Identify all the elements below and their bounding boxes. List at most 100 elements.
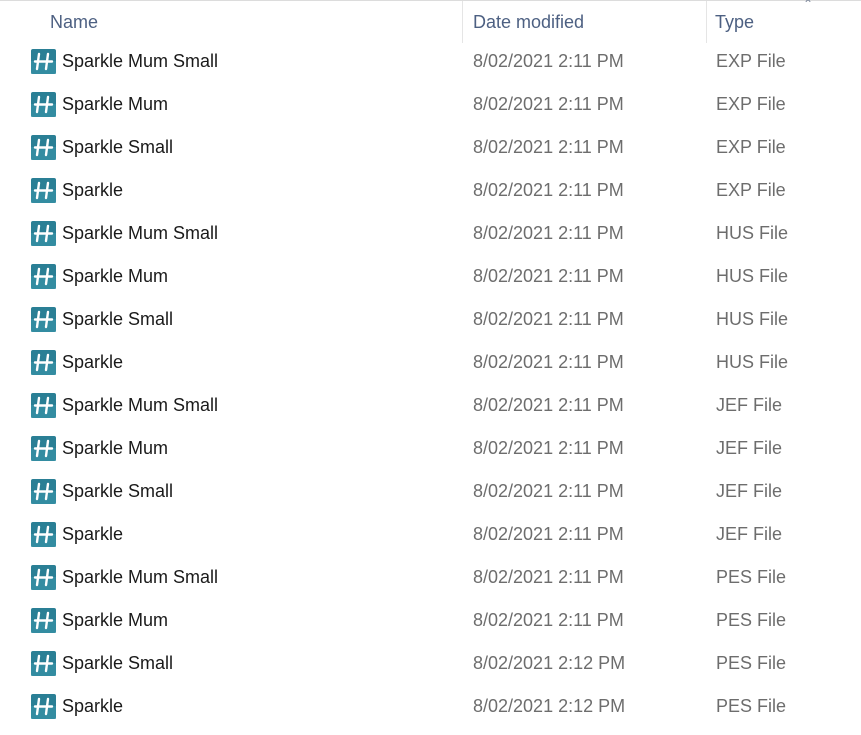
file-type: HUS File — [716, 309, 789, 329]
chevron-up-icon[interactable]: ⌃ — [803, 0, 813, 10]
file-name: Sparkle Small — [62, 481, 174, 501]
file-name: Sparkle — [62, 180, 124, 200]
file-name: Sparkle Mum — [62, 610, 169, 630]
file-date-modified: 8/02/2021 2:11 PM — [473, 94, 624, 114]
file-name-cell: Sparkle Small — [0, 651, 463, 676]
file-date-modified: 8/02/2021 2:11 PM — [473, 610, 624, 630]
file-name: Sparkle Mum — [62, 266, 169, 286]
file-name-cell: Sparkle Mum — [0, 92, 463, 117]
hus-embroidery-icon — [31, 565, 56, 590]
hus-embroidery-icon — [31, 264, 56, 289]
file-date-modified: 8/02/2021 2:11 PM — [473, 567, 624, 587]
hus-embroidery-icon — [31, 350, 56, 375]
file-type: EXP File — [716, 180, 786, 200]
column-header-type[interactable]: Type — [707, 1, 861, 43]
file-row[interactable]: Sparkle Small 8/02/2021 2:11 PM JEF File — [0, 470, 861, 513]
file-list-view: Name Date modified Type ⌃ Sparkle Mum Sm… — [0, 0, 861, 735]
hus-embroidery-icon — [31, 694, 56, 719]
file-type: JEF File — [716, 438, 783, 458]
file-row[interactable]: Sparkle 8/02/2021 2:12 PM PES File — [0, 685, 861, 728]
file-row[interactable]: Sparkle Small 8/02/2021 2:12 PM PES File — [0, 642, 861, 685]
file-row[interactable]: Sparkle Mum Small 8/02/2021 2:11 PM JEF … — [0, 384, 861, 427]
file-type: JEF File — [716, 524, 783, 544]
hus-embroidery-icon — [31, 49, 56, 74]
file-row[interactable]: Sparkle 8/02/2021 2:11 PM EXP File — [0, 169, 861, 212]
file-date-modified: 8/02/2021 2:11 PM — [473, 438, 624, 458]
file-date-modified: 8/02/2021 2:11 PM — [473, 352, 624, 372]
file-date-modified: 8/02/2021 2:11 PM — [473, 223, 624, 243]
file-name-cell: Sparkle Mum Small — [0, 565, 463, 590]
file-row[interactable]: Sparkle Small 8/02/2021 2:11 PM EXP File — [0, 126, 861, 169]
file-name: Sparkle Small — [62, 137, 174, 157]
file-date-modified: 8/02/2021 2:11 PM — [473, 51, 624, 71]
file-name: Sparkle Mum Small — [62, 395, 219, 415]
hus-embroidery-icon — [31, 221, 56, 246]
file-type: HUS File — [716, 223, 789, 243]
file-name-cell: Sparkle — [0, 694, 463, 719]
hus-embroidery-icon — [31, 651, 56, 676]
file-type: PES File — [716, 610, 787, 630]
file-name: Sparkle — [62, 352, 124, 372]
file-name: Sparkle Mum Small — [62, 567, 219, 587]
file-name-cell: Sparkle Mum — [0, 436, 463, 461]
file-date-modified: 8/02/2021 2:12 PM — [473, 653, 626, 673]
file-name-cell: Sparkle Mum Small — [0, 49, 463, 74]
file-row[interactable]: Sparkle Mum 8/02/2021 2:11 PM EXP File — [0, 83, 861, 126]
file-row[interactable]: Sparkle Mum Small 8/02/2021 2:11 PM HUS … — [0, 212, 861, 255]
file-name-cell: Sparkle Small — [0, 479, 463, 504]
hus-embroidery-icon — [31, 135, 56, 160]
file-type: PES File — [716, 567, 787, 587]
file-row[interactable]: Sparkle Mum 8/02/2021 2:11 PM HUS File — [0, 255, 861, 298]
column-header-bar: Name Date modified Type ⌃ — [0, 0, 861, 43]
file-name: Sparkle Small — [62, 309, 174, 329]
file-type: EXP File — [716, 51, 786, 71]
file-name-cell: Sparkle Mum — [0, 608, 463, 633]
file-date-modified: 8/02/2021 2:11 PM — [473, 180, 624, 200]
file-name-cell: Sparkle — [0, 350, 463, 375]
hus-embroidery-icon — [31, 608, 56, 633]
hus-embroidery-icon — [31, 92, 56, 117]
file-name: Sparkle Mum — [62, 94, 169, 114]
file-type: PES File — [716, 653, 787, 673]
file-date-modified: 8/02/2021 2:11 PM — [473, 481, 624, 501]
file-row[interactable]: Sparkle Mum 8/02/2021 2:11 PM PES File — [0, 599, 861, 642]
hus-embroidery-icon — [31, 393, 56, 418]
file-type: HUS File — [716, 352, 789, 372]
file-name: Sparkle Small — [62, 653, 174, 673]
column-header-date-modified[interactable]: Date modified — [463, 1, 707, 43]
column-header-name[interactable]: Name — [0, 1, 463, 43]
file-date-modified: 8/02/2021 2:12 PM — [473, 696, 626, 716]
file-name-cell: Sparkle — [0, 178, 463, 203]
file-row[interactable]: Sparkle Mum 8/02/2021 2:11 PM JEF File — [0, 427, 861, 470]
file-date-modified: 8/02/2021 2:11 PM — [473, 266, 624, 286]
file-name: Sparkle — [62, 524, 124, 544]
file-row[interactable]: Sparkle Small 8/02/2021 2:11 PM HUS File — [0, 298, 861, 341]
file-name-cell: Sparkle — [0, 522, 463, 547]
file-row[interactable]: Sparkle Mum Small 8/02/2021 2:11 PM EXP … — [0, 40, 861, 83]
file-name-cell: Sparkle Mum Small — [0, 221, 463, 246]
file-row[interactable]: Sparkle 8/02/2021 2:11 PM HUS File — [0, 341, 861, 384]
file-date-modified: 8/02/2021 2:11 PM — [473, 309, 624, 329]
hus-embroidery-icon — [31, 479, 56, 504]
file-name: Sparkle — [62, 696, 124, 716]
file-type: JEF File — [716, 395, 783, 415]
hus-embroidery-icon — [31, 436, 56, 461]
file-name-cell: Sparkle Small — [0, 307, 463, 332]
hus-embroidery-icon — [31, 522, 56, 547]
file-type: PES File — [716, 696, 787, 716]
file-row[interactable]: Sparkle 8/02/2021 2:11 PM JEF File — [0, 513, 861, 556]
file-name-cell: Sparkle Small — [0, 135, 463, 160]
file-name-cell: Sparkle Mum Small — [0, 393, 463, 418]
file-type: EXP File — [716, 137, 786, 157]
hus-embroidery-icon — [31, 307, 56, 332]
file-type: EXP File — [716, 94, 786, 114]
file-type: JEF File — [716, 481, 783, 501]
file-name: Sparkle Mum Small — [62, 51, 219, 71]
file-name-cell: Sparkle Mum — [0, 264, 463, 289]
hus-embroidery-icon — [31, 178, 56, 203]
file-row[interactable]: Sparkle Mum Small 8/02/2021 2:11 PM PES … — [0, 556, 861, 599]
file-date-modified: 8/02/2021 2:11 PM — [473, 137, 624, 157]
file-name: Sparkle Mum Small — [62, 223, 219, 243]
file-name: Sparkle Mum — [62, 438, 169, 458]
file-date-modified: 8/02/2021 2:11 PM — [473, 395, 624, 415]
